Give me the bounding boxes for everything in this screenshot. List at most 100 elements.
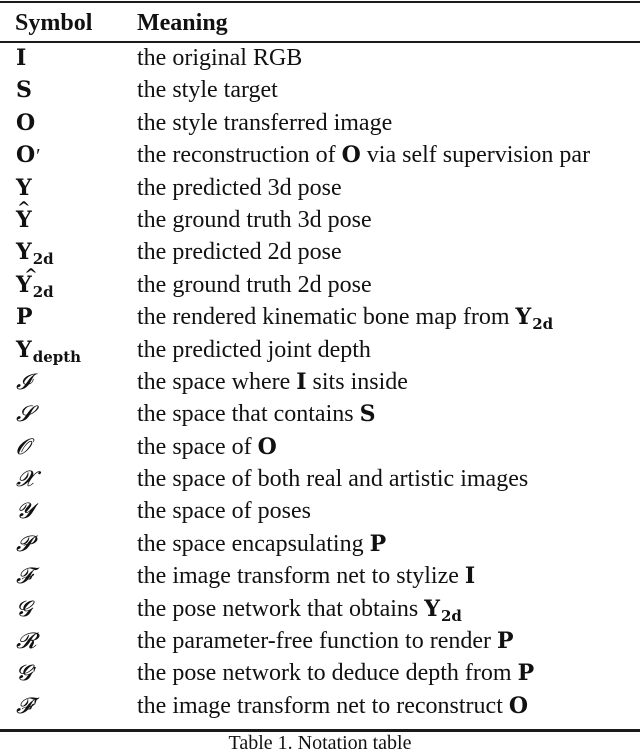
row-symbol: O′ <box>16 140 41 171</box>
table-row: Y2d the ground truth 2d pose <box>0 270 640 302</box>
row-meaning: the ground truth 3d pose <box>137 205 372 235</box>
table-caption: Table 1. Notation table <box>228 732 412 754</box>
meaning-text: the reconstruction of <box>137 142 342 169</box>
inline-math-symbol: O <box>508 692 529 719</box>
table-row: 𝓟the space encapsulating P <box>0 529 640 561</box>
inline-math-symbol: I <box>296 368 307 395</box>
symbol-glyph: 𝓘 <box>16 369 31 395</box>
symbol-glyph: O <box>16 109 36 136</box>
symbol-glyph: Y <box>16 336 32 363</box>
inline-math-symbol: P <box>497 628 514 655</box>
symbol-glyph: 𝓖 <box>16 661 32 687</box>
meaning-text: the predicted 3d pose <box>137 174 342 201</box>
inline-math-symbol: S <box>359 401 376 428</box>
meaning-text: the style target <box>137 77 278 104</box>
table-header: Symbol Meaning <box>0 6 640 40</box>
meaning-text: the image transform net to reconstruct <box>137 692 509 719</box>
row-meaning: the ground truth 2d pose <box>137 270 372 300</box>
symbol-glyph: 𝓕 <box>16 564 33 590</box>
meaning-text: the space encapsulating <box>137 530 370 557</box>
symbol-glyph: S <box>16 77 32 104</box>
row-meaning: the predicted joint depth <box>137 335 371 365</box>
symbol-glyph: 𝓢 <box>16 402 34 428</box>
row-meaning: the original RGB <box>137 43 302 73</box>
table-row: 𝓖′ the pose network to deduce depth from … <box>0 658 640 690</box>
row-meaning: the predicted 2d pose <box>137 237 342 267</box>
table-row: Ithe original RGB <box>0 43 640 75</box>
row-symbol: O <box>16 108 35 138</box>
table-row: 𝓨the space of poses <box>0 496 640 528</box>
meaning-text: sits inside <box>306 368 408 395</box>
row-meaning: the space of both real and artistic imag… <box>137 464 528 494</box>
meaning-text: via self supervision par <box>360 142 591 169</box>
table-row: Ythe predicted 3d pose <box>0 173 640 205</box>
meaning-text: the space of poses <box>137 498 311 525</box>
top-rule <box>0 1 640 3</box>
table-row: 𝓕the image transform net to stylize I <box>0 561 640 593</box>
symbol-subscript: 2d <box>32 282 54 301</box>
meaning-text: the parameter-free function to render <box>137 628 497 655</box>
meaning-text: the predicted joint depth <box>137 336 371 363</box>
row-meaning: the space of O <box>137 432 277 462</box>
table-row: 𝓡the parameter-free function to render P <box>0 626 640 658</box>
row-symbol: Y2d <box>16 270 54 302</box>
row-meaning: the style target <box>137 75 278 105</box>
inline-math-symbol: I <box>464 563 476 590</box>
row-meaning: the predicted 3d pose <box>137 173 342 203</box>
inline-math-symbol: P <box>517 660 535 687</box>
row-symbol: 𝓕′ <box>16 691 38 722</box>
header-meaning: Meaning <box>137 10 228 36</box>
row-symbol: 𝓖′ <box>16 658 37 689</box>
prime-mark: ′ <box>32 663 37 686</box>
row-symbol: 𝓘 <box>16 367 31 398</box>
row-meaning: the style transferred image <box>137 108 392 138</box>
symbol-glyph: 𝓧 <box>16 467 34 493</box>
symbol-glyph: 𝓞 <box>16 434 30 460</box>
prime-mark: ′ <box>33 695 38 718</box>
inline-math-symbol: P <box>369 530 387 557</box>
meaning-text: the space of both real and artistic imag… <box>137 466 529 493</box>
row-symbol: 𝓢 <box>16 399 33 430</box>
meaning-text: the ground truth 3d pose <box>137 206 372 233</box>
meaning-text: the predicted 2d pose <box>137 239 342 266</box>
row-symbol: 𝓞 <box>16 432 30 463</box>
symbol-glyph: 𝓨 <box>16 499 34 525</box>
table-row: 𝓧the space of both real and artistic ima… <box>0 464 640 496</box>
meaning-text: the rendered kinematic bone map from <box>137 304 516 331</box>
table-row: 𝓞the space of O <box>0 432 640 464</box>
meaning-text: the pose network to deduce depth from <box>137 660 518 687</box>
row-symbol: I <box>16 43 26 73</box>
inline-math-symbol: O <box>341 142 361 169</box>
table-row: Othe style transferred image <box>0 108 640 140</box>
table-row: Pthe rendered kinematic bone map from Y2… <box>0 302 640 334</box>
symbol-subscript: depth <box>32 347 82 366</box>
row-symbol: 𝓖 <box>16 594 31 625</box>
symbol-glyph: O <box>16 142 36 169</box>
row-meaning: the pose network that obtains Y2d <box>137 594 462 626</box>
header-symbol: Symbol <box>15 10 93 36</box>
row-meaning: the space encapsulating P <box>137 529 386 559</box>
table-row: Ythe ground truth 3d pose <box>0 205 640 237</box>
inline-math-subscript: 2d <box>532 315 554 334</box>
row-symbol: 𝓕 <box>16 561 32 592</box>
row-symbol: 𝓟 <box>16 529 32 560</box>
inline-math-symbol: O <box>257 433 277 460</box>
row-symbol: 𝓧 <box>16 464 34 495</box>
row-symbol: S <box>16 75 32 105</box>
prime-mark: ′ <box>36 145 41 168</box>
table-row: 𝓘the space where I sits inside <box>0 367 640 399</box>
meaning-text: the space of <box>137 433 258 460</box>
symbol-glyph: Y <box>16 270 32 300</box>
symbol-glyph: 𝓖 <box>16 596 32 622</box>
row-symbol: Y <box>16 205 32 235</box>
row-meaning: the space that contains S <box>137 399 375 429</box>
row-meaning: the image transform net to reconstruct O <box>137 691 528 721</box>
row-meaning: the parameter-free function to render P <box>137 626 514 656</box>
inline-math-subscript: 2d <box>441 606 462 625</box>
meaning-text: the space where <box>137 368 297 395</box>
row-meaning: the image transform net to stylize I <box>137 561 475 591</box>
symbol-glyph: Y <box>16 205 32 235</box>
meaning-text: the original RGB <box>137 45 303 71</box>
inline-math-symbol: Y <box>424 595 440 622</box>
row-meaning: the reconstruction of O via self supervi… <box>137 140 590 170</box>
